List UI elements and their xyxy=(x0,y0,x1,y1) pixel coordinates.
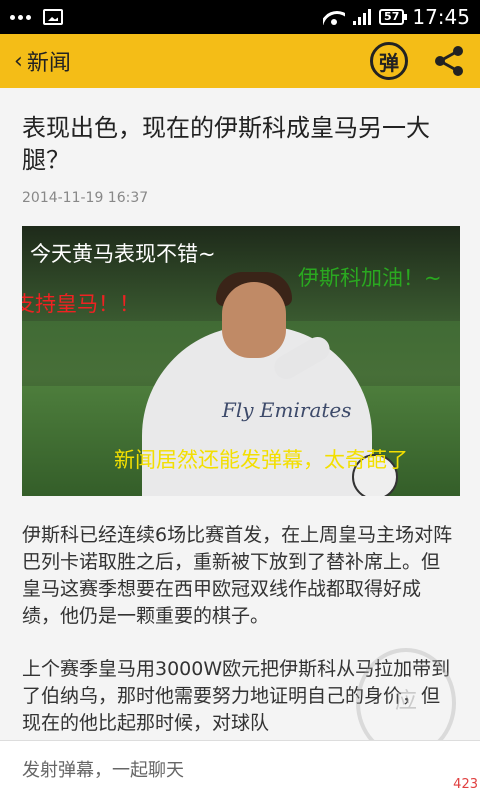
danmu-comment: 新闻居然还能发弹幕，太奇葩了 xyxy=(114,448,408,472)
share-icon[interactable] xyxy=(432,44,466,78)
dots-icon xyxy=(10,14,31,20)
chevron-left-icon: ‹ xyxy=(14,48,23,74)
article-photo[interactable]: Fly Emirates 今天黄马表现不错~ 伊斯科加油！~ 支持皇马！！ 新闻… xyxy=(22,226,460,496)
shirt-sponsor-text: Fly Emirates xyxy=(222,398,352,422)
article-title: 表现出色，现在的伊斯科成皇马另一大腿？ xyxy=(22,114,430,174)
danmu-comment: 今天黄马表现不错~ xyxy=(30,242,216,266)
image-icon xyxy=(43,9,63,25)
article-paragraph: 上个赛季皇马用3000W欧元把伊斯科从马拉加带到了伯纳乌，那时他需要努力地证明自… xyxy=(22,658,451,734)
wifi-icon xyxy=(323,9,345,25)
article-date: 2014-11-19 16:37 xyxy=(22,190,149,206)
clock: 17:45 xyxy=(412,5,470,29)
article: 表现出色，现在的伊斯科成皇马另一大腿？ 2014-11-19 16:37 Fly… xyxy=(0,88,480,740)
battery-icon: 57 xyxy=(379,9,408,25)
comment-count[interactable]: 423 xyxy=(453,777,478,792)
player-head xyxy=(222,282,286,358)
app-header: ‹ 新闻 弹 xyxy=(0,34,480,88)
danmu-comment: 伊斯科加油！~ xyxy=(298,266,442,290)
danmu-comment: 支持皇马！！ xyxy=(22,292,140,316)
status-bar: 57 17:45 xyxy=(0,0,480,34)
comment-bar: 423 xyxy=(0,740,480,800)
back-label: 新闻 xyxy=(26,51,71,76)
article-paragraph: 伊斯科已经连续6场比赛首发，在上周皇马主场对阵巴列卡诺取胜之后，重新被下放到了替… xyxy=(22,524,453,627)
signal-icon xyxy=(353,9,372,25)
danmu-toggle-button[interactable]: 弹 xyxy=(370,42,408,80)
danmu-input[interactable] xyxy=(22,760,382,781)
back-button[interactable]: ‹ 新闻 xyxy=(14,45,71,77)
